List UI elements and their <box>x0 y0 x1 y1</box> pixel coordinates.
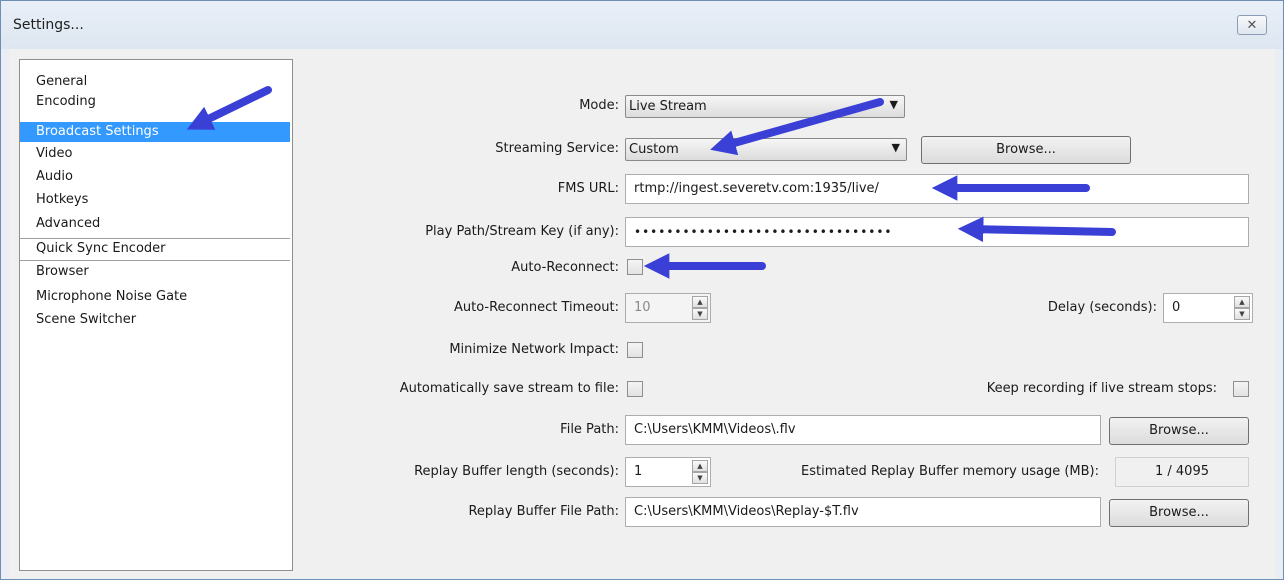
sidebar-item-encoding[interactable]: Encoding <box>20 92 290 112</box>
settings-category-list: General Encoding Broadcast Settings Vide… <box>19 59 293 571</box>
spin-up-icon[interactable]: ▲ <box>1234 296 1250 308</box>
fms-url-input[interactable]: rtmp://ingest.severetv.com:1935/live/ <box>625 174 1249 204</box>
keep-recording-label: Keep recording if live stream stops: <box>986 381 1217 396</box>
auto-reconnect-checkbox[interactable] <box>627 259 643 275</box>
auto-reconnect-label: Auto-Reconnect: <box>511 260 619 275</box>
keep-recording-checkbox[interactable] <box>1233 381 1249 397</box>
file-path-browse-button[interactable]: Browse... <box>1109 417 1249 445</box>
sidebar-item-microphone-noise-gate[interactable]: Microphone Noise Gate <box>20 287 290 307</box>
sidebar-item-advanced[interactable]: Advanced <box>20 214 290 234</box>
spin-down-icon[interactable]: ▼ <box>1234 308 1250 320</box>
close-button[interactable]: ✕ <box>1237 15 1267 35</box>
replay-memory-label: Estimated Replay Buffer memory usage (MB… <box>801 464 1099 479</box>
spin-down-icon[interactable]: ▼ <box>692 308 708 320</box>
streaming-service-dropdown[interactable]: Custom ▼ <box>625 138 907 161</box>
sidebar-item-general[interactable]: General <box>20 72 290 92</box>
replay-file-path-browse-button[interactable]: Browse... <box>1109 499 1249 527</box>
stream-key-label: Play Path/Stream Key (if any): <box>425 224 619 239</box>
window-title: Settings... <box>13 17 84 33</box>
sidebar-item-scene-switcher[interactable]: Scene Switcher <box>20 310 290 330</box>
spin-down-icon[interactable]: ▼ <box>692 472 708 484</box>
title-bar: Settings... ✕ <box>1 1 1283 49</box>
delay-spinner[interactable]: 0 ▲ ▼ <box>1163 293 1253 323</box>
sidebar-divider <box>20 260 290 261</box>
replay-file-path-label: Replay Buffer File Path: <box>468 504 619 519</box>
replay-buffer-length-value: 1 <box>634 464 643 479</box>
sidebar-item-quick-sync-encoder[interactable]: Quick Sync Encoder <box>20 239 290 259</box>
fms-url-label: FMS URL: <box>557 181 619 196</box>
replay-file-path-input[interactable]: C:\Users\KMM\Videos\Replay-$T.flv <box>625 497 1101 527</box>
stream-key-input[interactable]: •••••••••••••••••••••••••••••••• <box>625 217 1249 247</box>
sidebar-item-broadcast-settings[interactable]: Broadcast Settings <box>20 122 290 142</box>
service-browse-button[interactable]: Browse... <box>921 136 1131 164</box>
delay-value: 0 <box>1172 300 1181 315</box>
settings-window: Settings... ✕ General Encoding Broadcast… <box>0 0 1284 580</box>
mode-value: Live Stream <box>629 99 707 114</box>
sidebar-item-browser[interactable]: Browser <box>20 262 290 282</box>
streaming-service-label: Streaming Service: <box>495 141 619 156</box>
chevron-down-icon: ▼ <box>891 141 900 154</box>
timeout-value: 10 <box>634 300 651 315</box>
auto-save-checkbox[interactable] <box>627 381 643 397</box>
sidebar-item-video[interactable]: Video <box>20 144 290 164</box>
file-path-input[interactable]: C:\Users\KMM\Videos\.flv <box>625 415 1101 445</box>
mode-dropdown[interactable]: Live Stream ▼ <box>625 95 905 118</box>
file-path-label: File Path: <box>560 422 619 437</box>
streaming-service-value: Custom <box>629 142 679 157</box>
auto-save-label: Automatically save stream to file: <box>399 381 619 396</box>
sidebar-item-audio[interactable]: Audio <box>20 167 290 187</box>
replay-memory-value: 1 / 4095 <box>1115 457 1249 487</box>
minimize-network-checkbox[interactable] <box>627 342 643 358</box>
minimize-network-label: Minimize Network Impact: <box>449 342 619 357</box>
replay-buffer-length-spinner[interactable]: 1 ▲ ▼ <box>625 457 711 487</box>
spin-up-icon[interactable]: ▲ <box>692 296 708 308</box>
sidebar-item-hotkeys[interactable]: Hotkeys <box>20 190 290 210</box>
replay-buffer-length-label: Replay Buffer length (seconds): <box>414 464 619 479</box>
spin-up-icon[interactable]: ▲ <box>692 460 708 472</box>
delay-label: Delay (seconds): <box>1047 300 1157 315</box>
auto-reconnect-timeout-spinner[interactable]: 10 ▲ ▼ <box>625 293 711 323</box>
auto-reconnect-timeout-label: Auto-Reconnect Timeout: <box>453 300 619 315</box>
close-icon: ✕ <box>1246 17 1258 33</box>
mode-label: Mode: <box>579 98 619 113</box>
chevron-down-icon: ▼ <box>889 98 898 111</box>
